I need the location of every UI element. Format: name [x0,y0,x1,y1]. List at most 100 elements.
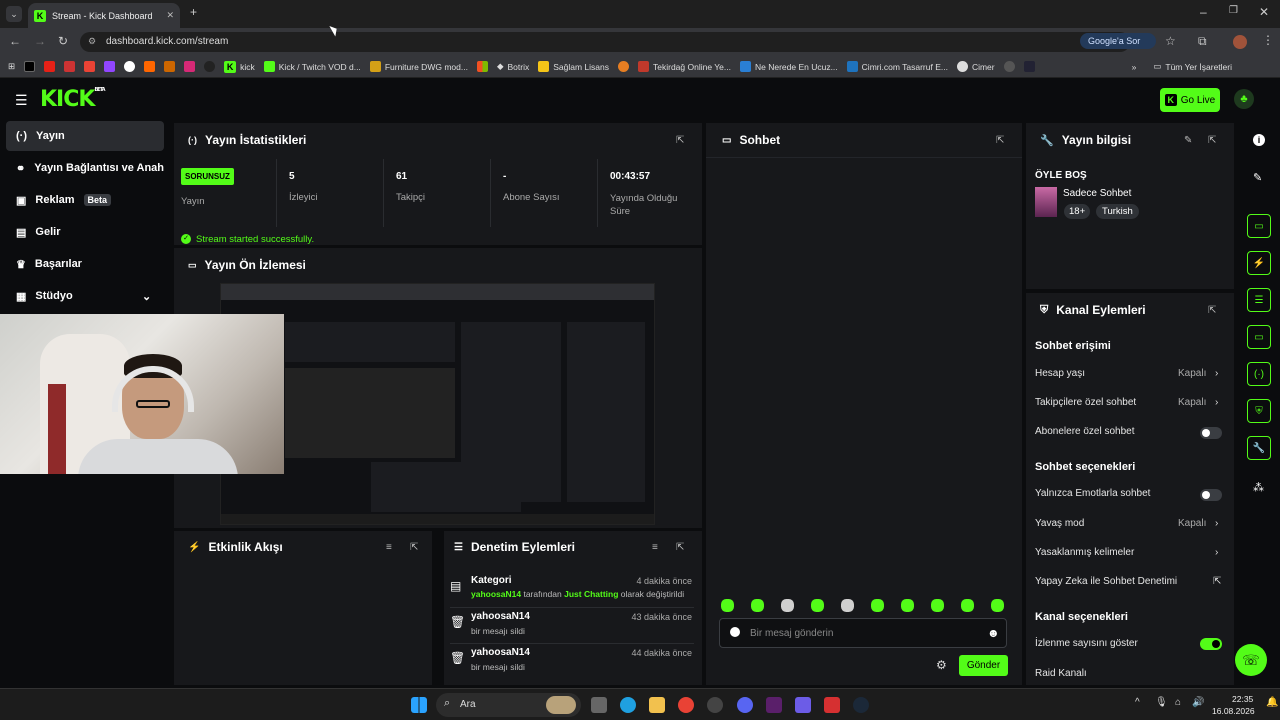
edit-icon[interactable]: ✎ [1184,135,1192,146]
minimize-button[interactable]: – [1200,5,1207,19]
send-button[interactable]: Gönder [959,655,1008,676]
youtube-icon[interactable] [44,61,56,72]
rail-actions-button[interactable]: ⛨ [1247,399,1271,423]
file-explorer-icon[interactable] [649,697,665,713]
apps-icon[interactable]: ⊞ [8,61,15,72]
chevron-right-icon[interactable]: › [1215,547,1218,558]
x-icon[interactable] [24,61,36,72]
app-icon[interactable] [795,697,811,713]
stream-preview-video[interactable] [220,283,655,525]
bookmark-botrix[interactable]: ◆ Botrix [497,61,529,72]
bookmark-icon[interactable] [1023,61,1035,72]
bookmark-icon[interactable] [144,61,156,72]
rail-chat-button[interactable]: ▭ [1247,325,1271,349]
clock-date[interactable]: 16.08.2026 [1212,706,1255,716]
volume-icon[interactable]: 🔊 [1192,697,1204,708]
popout-icon[interactable]: ⇱ [996,135,1004,146]
browser-menu-icon[interactable]: ⋮ [1262,33,1274,47]
bookmark-icon[interactable] [618,61,629,72]
taskbar-search[interactable]: ⌕ Ara [436,693,581,717]
popout-icon[interactable]: ⇱ [676,135,684,146]
edit-icon[interactable]: ✎ [1253,171,1262,184]
rail-stream-preview-button[interactable]: ▭ [1247,214,1271,238]
sidebar-item-revenue[interactable]: ▤ Gelir [6,217,164,247]
account-age-value[interactable]: Kapalı [1178,368,1206,379]
bookmark-cimri[interactable]: Cimri.com Tasarruf E... [846,61,948,72]
rail-stats-button[interactable]: (·) [1247,362,1271,386]
obs-icon[interactable] [707,697,723,713]
bookmark-furniture[interactable]: Furniture DWG mod... [369,61,468,72]
network-icon[interactable]: ⌂ [1175,697,1181,708]
close-tab-icon[interactable]: ✕ [166,10,174,21]
instagram-icon[interactable] [184,61,196,72]
more-bookmarks-icon[interactable]: » [1132,62,1137,72]
site-info-icon[interactable]: ⚙ [88,36,96,47]
profile-avatar[interactable] [1233,35,1247,49]
gmail-icon[interactable] [84,61,96,72]
bookmark-cimer[interactable]: Cimer [956,61,995,72]
emote-icon[interactable] [751,599,764,612]
bookmark-tekirdag[interactable]: Tekirdağ Online Ye... [638,61,731,72]
mic-icon[interactable]: 🎙 [1155,697,1168,708]
show-viewers-toggle[interactable] [1200,638,1222,650]
emote-icon[interactable] [871,599,884,612]
emote-icon[interactable] [931,599,944,612]
account-age-label[interactable]: Hesap yaşı [1035,368,1085,379]
go-live-button[interactable]: K Go Live [1160,88,1220,112]
chevron-right-icon[interactable]: › [1215,397,1218,408]
reload-button[interactable]: ↻ [58,34,68,48]
followers-only-value[interactable]: Kapalı [1178,397,1206,408]
steam-icon[interactable] [853,697,869,713]
extensions-icon[interactable]: ⧉ [1198,34,1207,49]
emote-icon[interactable] [811,599,824,612]
popout-icon[interactable]: ⇱ [410,542,418,553]
slow-mode-value[interactable]: Kapalı [1178,518,1206,529]
emote-icon[interactable] [901,599,914,612]
external-link-icon[interactable]: ⇱ [1213,576,1221,587]
sidebar-item-stream-key[interactable]: ⚭ Yayın Bağlantısı ve Anahtarı [6,153,164,183]
slow-mode-label[interactable]: Yavaş mod [1035,518,1084,529]
app-icon[interactable] [766,697,782,713]
tray-chevron-icon[interactable]: ^ [1135,697,1140,708]
discord-icon[interactable] [737,697,753,713]
user-avatar[interactable]: ♣ [1234,89,1254,109]
mod-user[interactable]: yahoosaN14 [471,589,521,599]
google-icon[interactable] [124,61,136,72]
close-window-button[interactable]: ✕ [1259,5,1269,19]
bookmark-lisans[interactable]: Sağlam Lisans [538,61,609,72]
notification-icon[interactable]: 🔔 [1266,697,1278,708]
emote-icon[interactable] [841,599,854,612]
new-tab-button[interactable]: + [190,5,197,19]
windows-start-icon[interactable] [411,697,427,713]
hamburger-menu-icon[interactable]: ☰ [15,92,28,109]
url-field[interactable]: ⚙ dashboard.kick.com/stream Google'a Sor [80,32,1156,52]
bookmark-vod[interactable]: Kick / Twitch VOD d... [263,61,361,72]
sidebar-item-achievements[interactable]: ♛ Başarılar [6,249,164,279]
ai-moderation-label[interactable]: Yapay Zeka ile Sohbet Denetimi [1035,576,1177,587]
raid-label[interactable]: Raid Kanalı [1035,668,1087,679]
popout-icon[interactable]: ⇱ [1208,305,1216,316]
filter-icon[interactable]: ≡ [652,542,658,553]
chevron-right-icon[interactable]: › [1215,518,1218,529]
restore-button[interactable]: ❐ [1229,5,1238,16]
rail-moderation-button[interactable]: ☰ [1247,288,1271,312]
bookmark-icon[interactable] [164,61,176,72]
sidebar-item-stream[interactable]: (·) Yayın [6,121,164,151]
sidebar-item-studio[interactable]: ▦ Stüdyo ⌄ [6,281,164,311]
emote-icon[interactable] [991,599,1004,612]
microsoft-icon[interactable] [476,61,488,72]
rail-info-button[interactable]: 🔧 [1247,436,1271,460]
popout-icon[interactable]: ⇱ [676,542,684,553]
rail-activity-button[interactable]: ⚡ [1247,251,1271,275]
subs-only-toggle[interactable] [1200,427,1222,439]
sidebar-item-ads[interactable]: ▣ Reklam Beta [6,185,164,215]
kick-logo[interactable]: KICKBETA [40,87,106,112]
clock-time[interactable]: 22:35 [1232,694,1253,704]
emote-icon[interactable] [721,599,734,612]
task-view-icon[interactable] [591,697,607,713]
emotes-only-toggle[interactable] [1200,489,1222,501]
bookmark-icon[interactable] [1003,61,1015,72]
layout-icon[interactable]: ⁂ [1253,481,1264,494]
bookmark-kick[interactable]: Kkick [224,60,255,73]
ask-google-button[interactable]: Google'a Sor [1080,33,1156,49]
